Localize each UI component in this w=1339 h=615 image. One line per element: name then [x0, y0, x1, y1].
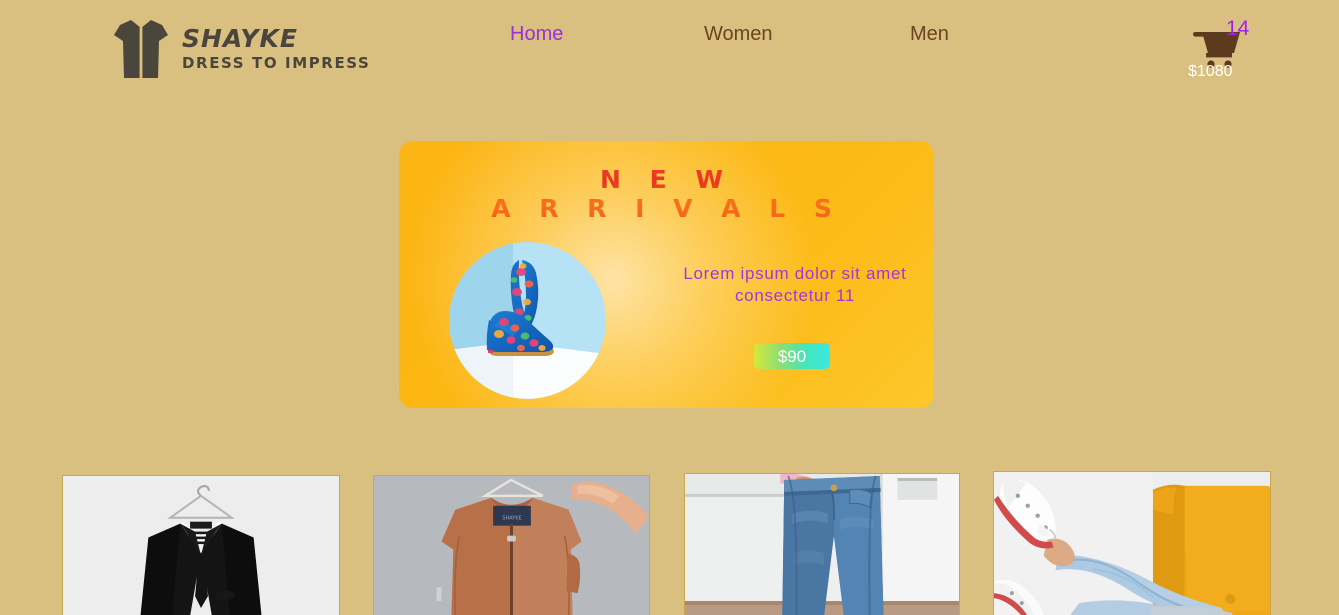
- nav-item-men[interactable]: Men: [910, 23, 949, 46]
- logo-tagline: DRESS TO IMPRESS: [182, 53, 371, 72]
- product-image-jeans: [685, 474, 959, 615]
- product-card[interactable]: [684, 473, 960, 615]
- product-card[interactable]: SHAYKE: [373, 475, 650, 615]
- banner-title-line1: N E W: [600, 165, 733, 194]
- nav-item-home[interactable]: Home: [510, 23, 563, 46]
- nav-item-women[interactable]: Women: [704, 23, 773, 46]
- banner-description: Lorem ipsum dolor sit amet consectetur 1…: [683, 264, 907, 305]
- logo[interactable]: SHAYKE DRESS TO IMPRESS: [112, 18, 370, 80]
- product-card[interactable]: [993, 471, 1271, 615]
- banner-product-image: [449, 242, 606, 399]
- site-header: SHAYKE DRESS TO IMPRESS Home Women Men 1…: [0, 0, 1339, 98]
- banner-price-badge[interactable]: $90: [754, 343, 830, 369]
- svg-text:SHAYKE: SHAYKE: [502, 516, 521, 522]
- hero-banner[interactable]: N E W A R R I V A L S Lorem ipsum dolor …: [399, 141, 934, 408]
- banner-price-value: $90: [777, 346, 807, 366]
- banner-title: N E W A R R I V A L S: [399, 165, 934, 223]
- banner-title-line2: A R R I V A L S: [491, 194, 842, 223]
- product-image-sneakers-chair: [994, 472, 1270, 615]
- product-card[interactable]: [62, 475, 340, 615]
- cart-button[interactable]: 14 $1080: [1169, 18, 1279, 86]
- cart-count-badge: 14: [1226, 17, 1250, 40]
- logo-text: SHAYKE DRESS TO IMPRESS: [182, 24, 370, 75]
- shirt-icon: [112, 18, 170, 80]
- cart-total-amount: $1080: [1188, 63, 1233, 80]
- logo-name: SHAYKE: [182, 23, 298, 53]
- product-image-jacket: SHAYKE: [374, 476, 649, 615]
- product-image-suit: [63, 476, 339, 615]
